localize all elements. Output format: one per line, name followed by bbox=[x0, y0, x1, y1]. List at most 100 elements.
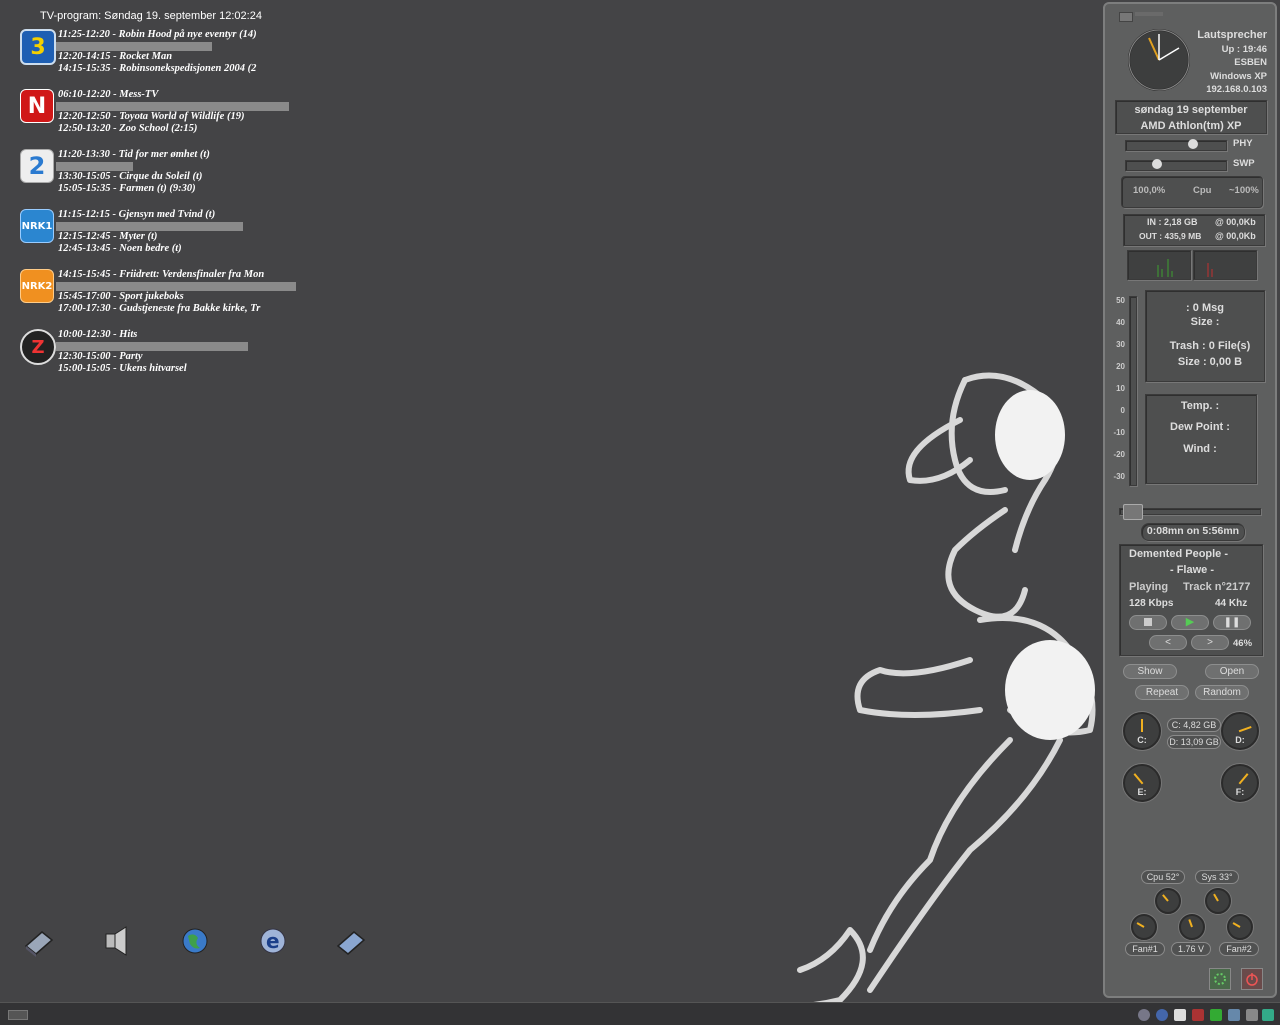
panel-grip[interactable] bbox=[1135, 12, 1163, 16]
tv-channel: 3 11:25-12:20 - Robin Hood på nye eventyr… bbox=[18, 29, 308, 85]
open-button[interactable]: Open bbox=[1205, 664, 1259, 679]
scale-tick: 40 bbox=[1116, 318, 1125, 327]
trash-files: Trash : 0 File(s) bbox=[1169, 340, 1251, 352]
tv-channel: N 06:10-12:20 - Mess-TV 12:20-12:50 - Toyo… bbox=[18, 89, 308, 145]
track-number: Track n°2177 bbox=[1183, 581, 1251, 593]
program-entry[interactable]: 15:00-15:05 - Ukens hitvarsel bbox=[58, 363, 296, 374]
tray-monitor-icon[interactable] bbox=[1228, 1009, 1240, 1021]
tray-app-icon[interactable] bbox=[1262, 1009, 1274, 1021]
drive-d-size: D: 13,09 GB bbox=[1167, 735, 1221, 749]
book2-icon[interactable] bbox=[334, 924, 368, 958]
tray-user-icon[interactable] bbox=[1156, 1009, 1168, 1021]
play-time: 0:08mn on 5:56mn bbox=[1146, 525, 1240, 537]
drive-d-gauge: D: bbox=[1221, 712, 1259, 750]
ie-icon[interactable]: e bbox=[256, 924, 290, 958]
next-icon: > bbox=[1207, 637, 1213, 648]
sys-temp-gauge bbox=[1205, 888, 1231, 914]
prev-button[interactable]: < bbox=[1149, 635, 1187, 650]
seek-knob[interactable] bbox=[1123, 504, 1144, 520]
channel-logo-icon[interactable]: NRK2 bbox=[20, 269, 54, 303]
fan1-label: Fan#1 bbox=[1125, 942, 1165, 956]
fan2-label: Fan#2 bbox=[1219, 942, 1259, 956]
scale-tick: 10 bbox=[1116, 384, 1125, 393]
program-entry[interactable]: 12:20-12:50 - Toyota World of Wildlife (… bbox=[58, 111, 296, 122]
random-button[interactable]: Random bbox=[1195, 685, 1249, 700]
book-icon[interactable] bbox=[22, 924, 56, 958]
show-button[interactable]: Show bbox=[1123, 664, 1177, 679]
fan1-gauge bbox=[1131, 914, 1157, 940]
taskbar bbox=[0, 1002, 1280, 1025]
program-entry[interactable]: 14:15-15:35 - Robinsonekspedisjonen 2004… bbox=[58, 63, 296, 74]
drive-c-size: C: 4,82 GB bbox=[1167, 718, 1221, 732]
phy-knob bbox=[1188, 139, 1198, 149]
program-progress-bar bbox=[56, 42, 212, 51]
swp-knob bbox=[1152, 159, 1162, 169]
phy-label: PHY bbox=[1233, 138, 1253, 149]
weather-dew: Dew Point : bbox=[1170, 421, 1230, 433]
program-progress-bar bbox=[56, 222, 243, 231]
date-text: søndag 19 september bbox=[1134, 104, 1248, 116]
settings-icon[interactable] bbox=[1209, 968, 1231, 990]
tray-disk-icon[interactable] bbox=[1138, 1009, 1150, 1021]
channel-logo-icon[interactable]: 2 bbox=[20, 149, 54, 183]
channel-logo-icon[interactable]: 3 bbox=[20, 29, 56, 65]
program-entry[interactable]: 12:15-12:45 - Myter (t) bbox=[58, 231, 296, 242]
sys-temp: Sys 33° bbox=[1195, 870, 1239, 884]
program-entry[interactable]: 15:05-15:35 - Farmen (t) (9:30) bbox=[58, 183, 296, 194]
channel-logo-icon[interactable]: N bbox=[20, 89, 54, 123]
scale-tick: -30 bbox=[1113, 472, 1125, 481]
program-entry[interactable]: 11:25-12:20 - Robin Hood på nye eventyr … bbox=[58, 29, 296, 40]
net-graph-in bbox=[1127, 250, 1191, 280]
program-progress-bar bbox=[56, 342, 248, 351]
tv-channel: 2 11:20-13:30 - Tid for mer ømhet (t) 13:3… bbox=[18, 149, 308, 205]
program-entry[interactable]: 12:50-13:20 - Zoo School (2:15) bbox=[58, 123, 296, 134]
scale-tick: 50 bbox=[1116, 296, 1125, 305]
phy-bar bbox=[1125, 140, 1227, 151]
net-graph-out bbox=[1193, 250, 1257, 280]
tray-network-icon[interactable] bbox=[1210, 1009, 1222, 1021]
program-entry[interactable]: 10:00-12:30 - Hits bbox=[58, 329, 296, 340]
program-entry[interactable]: 14:15-15:45 - Friidrett: Verdensfinaler … bbox=[58, 269, 296, 280]
tray-pen-icon[interactable] bbox=[1246, 1009, 1258, 1021]
program-progress-bar bbox=[56, 162, 133, 171]
ip-address: 192.168.0.103 bbox=[1206, 84, 1267, 95]
channel-logo-icon[interactable]: Z bbox=[20, 329, 56, 365]
cpu-avg: ~100% bbox=[1229, 185, 1259, 196]
device-name: Lautsprecher bbox=[1197, 29, 1267, 41]
fan2-gauge bbox=[1227, 914, 1253, 940]
panel-minimize-button[interactable] bbox=[1119, 12, 1133, 22]
pause-button[interactable]: ❚❚ bbox=[1213, 615, 1251, 630]
play-button[interactable]: ▶ bbox=[1171, 615, 1209, 630]
cpu-label: Cpu bbox=[1193, 185, 1212, 196]
tv-channel: NRK1 11:15-12:15 - Gjensyn med Tvind (t) 1… bbox=[18, 209, 308, 265]
program-entry[interactable]: 15:45-17:00 - Sport jukeboks bbox=[58, 291, 296, 302]
swp-label: SWP bbox=[1233, 158, 1255, 169]
next-button[interactable]: > bbox=[1191, 635, 1229, 650]
program-entry[interactable]: 06:10-12:20 - Mess-TV bbox=[58, 89, 296, 100]
net-in-rate: @ 00,0Kb bbox=[1215, 217, 1256, 227]
program-entry[interactable]: 17:00-17:30 - Gudstjeneste fra Bakke kir… bbox=[58, 303, 296, 314]
speaker-icon[interactable] bbox=[100, 924, 134, 958]
tray-window-icon[interactable] bbox=[1174, 1009, 1186, 1021]
tray-red-icon[interactable] bbox=[1192, 1009, 1204, 1021]
stop-button[interactable] bbox=[1129, 615, 1167, 630]
program-entry[interactable]: 12:20-14:15 - Rocket Man bbox=[58, 51, 296, 62]
drive-f-gauge: F: bbox=[1221, 764, 1259, 802]
program-entry[interactable]: 13:30-15:05 - Cirque du Soleil (t) bbox=[58, 171, 296, 182]
program-entry[interactable]: 12:30-15:00 - Party bbox=[58, 351, 296, 362]
swp-bar bbox=[1125, 160, 1227, 171]
program-entry[interactable]: 12:45-13:45 - Noen bedre (t) bbox=[58, 243, 296, 254]
globe-icon[interactable] bbox=[178, 924, 212, 958]
start-button[interactable] bbox=[8, 1010, 28, 1020]
power-icon[interactable] bbox=[1241, 968, 1263, 990]
program-entry[interactable]: 11:20-13:30 - Tid for mer ømhet (t) bbox=[58, 149, 296, 160]
program-entry[interactable]: 11:15-12:15 - Gjensyn med Tvind (t) bbox=[58, 209, 296, 220]
user-name: ESBEN bbox=[1234, 57, 1267, 68]
cpu-name: AMD Athlon(tm) XP bbox=[1140, 120, 1242, 132]
scale-bar bbox=[1129, 296, 1137, 486]
channel-logo-icon[interactable]: NRK1 bbox=[20, 209, 54, 243]
volume-value: 46% bbox=[1233, 638, 1253, 649]
scale-tick: -10 bbox=[1113, 428, 1125, 437]
net-in: IN : 2,18 GB bbox=[1147, 217, 1198, 227]
repeat-button[interactable]: Repeat bbox=[1135, 685, 1189, 700]
